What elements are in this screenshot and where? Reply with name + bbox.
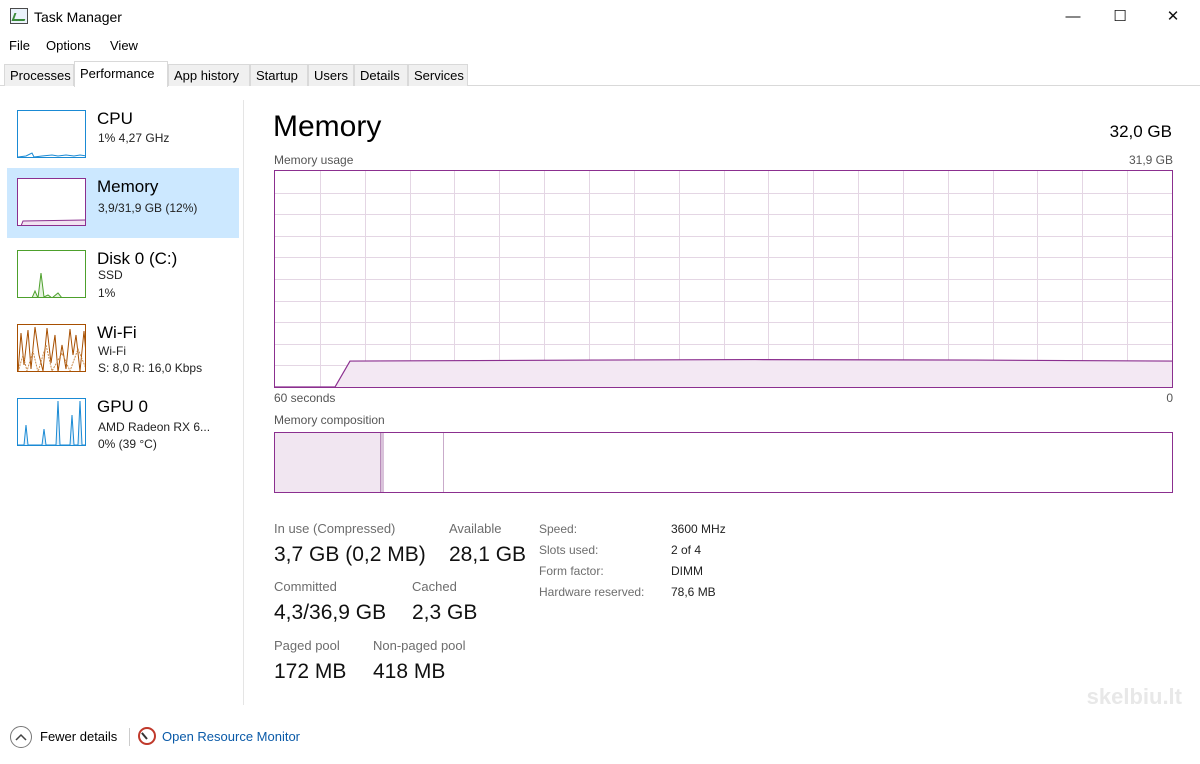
sidebar-label-cpu: CPU bbox=[97, 109, 133, 128]
tab-performance[interactable]: Performance bbox=[74, 61, 168, 87]
tab-app-history[interactable]: App history bbox=[168, 64, 250, 86]
sidebar-disk-type: SSD bbox=[98, 268, 123, 282]
title-bar: Task Manager — ☐ ✕ bbox=[0, 0, 1200, 34]
sidebar-memory-detail: 3,9/31,9 GB (12%) bbox=[98, 201, 198, 215]
minimize-button[interactable]: — bbox=[1050, 0, 1096, 32]
tab-services[interactable]: Services bbox=[408, 64, 468, 86]
close-button[interactable]: ✕ bbox=[1150, 0, 1196, 32]
memory-composition-label: Memory composition bbox=[274, 413, 385, 427]
non-paged-pool-label: Non-paged pool bbox=[373, 638, 466, 653]
footer-divider bbox=[129, 728, 130, 746]
cpu-thumbnail-graph bbox=[17, 110, 86, 158]
graph-time-right: 0 bbox=[1166, 391, 1173, 405]
tab-details[interactable]: Details bbox=[354, 64, 408, 86]
memory-usage-max: 31,9 GB bbox=[1128, 153, 1173, 167]
window-title: Task Manager bbox=[34, 9, 122, 25]
sidebar-item-disk[interactable]: Disk 0 (C:) SSD 1% bbox=[7, 240, 239, 310]
sidebar-item-gpu[interactable]: GPU 0 AMD Radeon RX 6... 0% (39 °C) bbox=[7, 388, 239, 458]
tab-processes[interactable]: Processes bbox=[4, 64, 74, 86]
in-use-label: In use (Compressed) bbox=[274, 521, 396, 536]
paged-pool-value: 172 MB bbox=[274, 660, 347, 683]
sidebar-label-gpu: GPU 0 bbox=[97, 397, 149, 416]
sidebar-item-cpu[interactable]: CPU 1% 4,27 GHz bbox=[7, 100, 239, 170]
memory-thumbnail-graph bbox=[17, 178, 86, 226]
sidebar-label-memory: Memory bbox=[97, 177, 159, 196]
sidebar-disk-usage: 1% bbox=[98, 286, 116, 300]
graph-time-left: 60 seconds bbox=[274, 391, 336, 405]
speed-label: Speed: bbox=[539, 522, 578, 536]
tab-bar: Processes Performance App history Startu… bbox=[0, 60, 1200, 87]
chevron-up-icon[interactable] bbox=[10, 726, 32, 748]
paged-pool-label: Paged pool bbox=[274, 638, 340, 653]
memory-usage-area bbox=[275, 359, 1172, 387]
tab-users[interactable]: Users bbox=[308, 64, 354, 86]
sidebar-item-wifi[interactable]: Wi-Fi Wi-Fi S: 8,0 R: 16,0 Kbps bbox=[7, 314, 239, 384]
form-factor-value: DIMM bbox=[671, 564, 703, 578]
composition-in-use bbox=[275, 433, 381, 492]
non-paged-pool-value: 418 MB bbox=[373, 660, 446, 683]
sidebar-wifi-throughput: S: 8,0 R: 16,0 Kbps bbox=[98, 361, 203, 375]
tab-startup[interactable]: Startup bbox=[250, 64, 308, 86]
slots-used-label: Slots used: bbox=[539, 543, 599, 557]
available-value: 28,1 GB bbox=[449, 543, 527, 566]
memory-usage-label: Memory usage bbox=[274, 153, 354, 167]
gpu-thumbnail-graph bbox=[17, 398, 86, 446]
open-resource-monitor-link[interactable]: Open Resource Monitor bbox=[162, 729, 300, 744]
resource-monitor-icon bbox=[138, 727, 156, 745]
menu-view[interactable]: View bbox=[110, 38, 138, 53]
cached-label: Cached bbox=[412, 579, 457, 594]
sidebar-cpu-detail: 1% 4,27 GHz bbox=[98, 131, 170, 145]
sidebar-gpu-model: AMD Radeon RX 6... bbox=[98, 420, 211, 434]
sidebar-item-memory[interactable]: Memory 3,9/31,9 GB (12%) bbox=[7, 168, 239, 238]
task-manager-icon bbox=[10, 8, 28, 24]
sidebar-label-disk: Disk 0 (C:) bbox=[97, 249, 178, 268]
form-factor-label: Form factor: bbox=[539, 564, 604, 578]
sidebar-label-wifi: Wi-Fi bbox=[97, 323, 137, 342]
memory-usage-chart bbox=[275, 171, 1173, 388]
available-label: Available bbox=[449, 521, 502, 536]
maximize-button[interactable]: ☐ bbox=[1097, 0, 1143, 32]
speed-value: 3600 MHz bbox=[671, 522, 726, 536]
sidebar-gpu-usage: 0% (39 °C) bbox=[98, 437, 157, 451]
fewer-details-button[interactable]: Fewer details bbox=[40, 729, 117, 744]
menu-bar: File Options View bbox=[0, 36, 1200, 56]
watermark: skelbiu.lt bbox=[1086, 684, 1182, 709]
sidebar-wifi-name: Wi-Fi bbox=[98, 344, 126, 358]
performance-sidebar: CPU 1% 4,27 GHz Memory 3,9/31,9 GB (12%)… bbox=[0, 100, 244, 705]
hardware-reserved-label: Hardware reserved: bbox=[539, 585, 645, 599]
disk-thumbnail-graph bbox=[17, 250, 86, 298]
hardware-reserved-value: 78,6 MB bbox=[671, 585, 716, 599]
footer: Fewer details Open Resource Monitor bbox=[0, 718, 1200, 758]
memory-usage-graph bbox=[274, 170, 1173, 388]
wifi-thumbnail-graph bbox=[17, 324, 86, 372]
committed-label: Committed bbox=[274, 579, 337, 594]
slots-used-value: 2 of 4 bbox=[671, 543, 702, 557]
page-title: Memory bbox=[273, 110, 382, 143]
memory-composition-bar bbox=[274, 432, 1173, 493]
menu-options[interactable]: Options bbox=[46, 38, 91, 53]
committed-value: 4,3/36,9 GB bbox=[274, 601, 387, 624]
in-use-value: 3,7 GB (0,2 MB) bbox=[274, 543, 426, 566]
cached-value: 2,3 GB bbox=[412, 601, 478, 624]
memory-total: 32,0 GB bbox=[1109, 122, 1172, 141]
menu-file[interactable]: File bbox=[9, 38, 30, 53]
composition-standby bbox=[384, 433, 444, 492]
